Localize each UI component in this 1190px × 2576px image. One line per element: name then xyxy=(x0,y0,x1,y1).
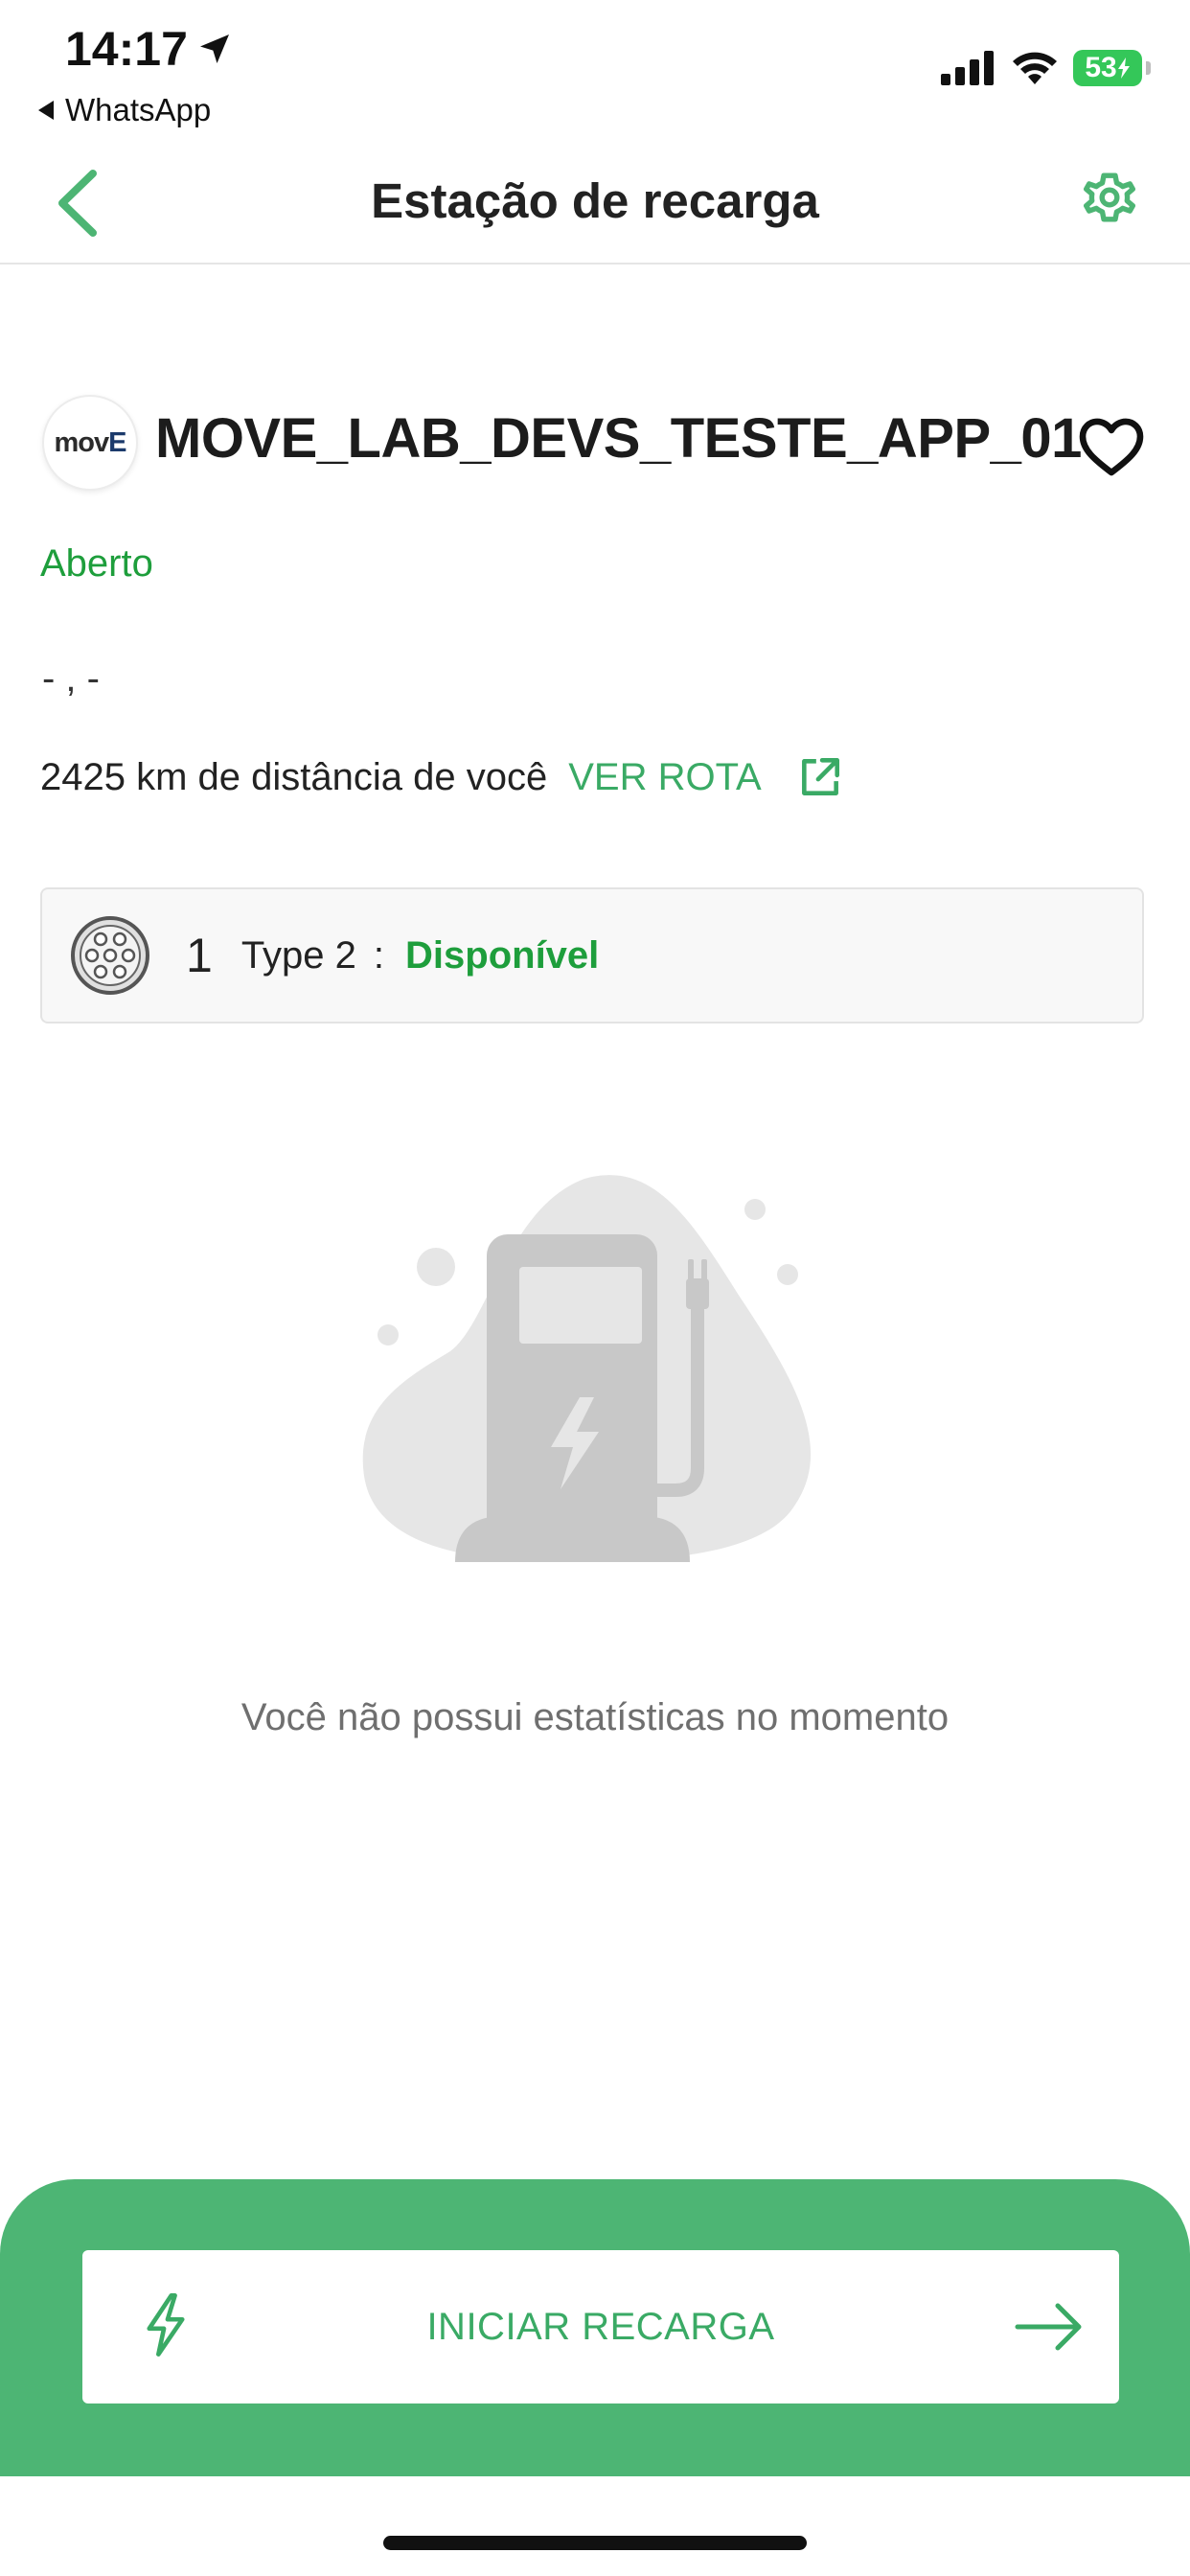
illustration-dot xyxy=(777,1264,798,1285)
heart-outline-icon xyxy=(1079,418,1144,476)
illustration-plug-pin xyxy=(688,1259,694,1280)
battery-level: 53 xyxy=(1085,52,1117,83)
location-arrow-icon xyxy=(199,34,229,63)
status-time-text: 14:17 xyxy=(65,22,188,76)
battery-indicator: 53 xyxy=(1073,50,1151,86)
back-app-label: WhatsApp xyxy=(65,92,212,127)
external-link-icon[interactable] xyxy=(796,753,844,801)
distance-text: 2425 km de distância de você xyxy=(40,755,548,798)
type2-connector-icon xyxy=(69,914,151,997)
page-title: Estação de recarga xyxy=(371,173,819,228)
signal-icon xyxy=(941,51,994,85)
opening-status: Aberto xyxy=(40,542,153,585)
logo-text-accent: E xyxy=(108,426,126,458)
back-triangle-icon xyxy=(38,101,54,120)
wifi-icon xyxy=(1013,52,1057,84)
illustration-pump-base xyxy=(455,1516,690,1562)
settings-button[interactable] xyxy=(1067,155,1152,240)
operator-logo: mov E xyxy=(42,395,138,491)
connector-separator: : xyxy=(373,933,385,977)
charging-bolt-icon xyxy=(1117,58,1130,79)
logo-text: mov xyxy=(54,426,110,458)
header-bar: Estação de recarga xyxy=(0,144,1190,264)
illustration-plug xyxy=(686,1278,709,1309)
gear-icon xyxy=(1084,172,1135,222)
illustration-plug-pin xyxy=(701,1259,707,1280)
empty-state-message: Você não possui estatísticas no momento xyxy=(240,1696,950,1738)
connector-type: Type 2 xyxy=(240,933,356,977)
arrow-right-icon xyxy=(1015,2303,1082,2351)
screen: 14:17 WhatsApp 53 Estação de recarga mov… xyxy=(0,0,1190,2576)
start-charging-label: INICIAR RECARGA xyxy=(426,2305,775,2348)
illustration-dot xyxy=(744,1199,766,1220)
station-address: - , - xyxy=(42,657,100,700)
status-time: 14:17 xyxy=(65,21,234,77)
home-indicator[interactable] xyxy=(383,2536,807,2550)
favorite-button[interactable] xyxy=(1071,406,1152,487)
view-route-link[interactable]: VER ROTA xyxy=(568,756,762,799)
back-to-app-link[interactable]: WhatsApp xyxy=(36,92,211,128)
distance-row: 2425 km de distância de você VER ROTA xyxy=(40,753,844,801)
charging-station-illustration xyxy=(362,1175,812,1562)
illustration-dot xyxy=(417,1248,455,1286)
illustration-pump-screen xyxy=(519,1267,642,1344)
illustration-dot xyxy=(378,1324,399,1346)
start-charging-button[interactable]: INICIAR RECARGA xyxy=(82,2250,1119,2404)
connector-count: 1 xyxy=(186,929,213,982)
connector-status: Disponível xyxy=(405,933,600,977)
status-indicators: 53 xyxy=(941,50,1151,86)
connector-card[interactable]: 1 Type 2 : Disponível xyxy=(40,887,1144,1024)
station-name: MOVE_LAB_DEVS_TESTE_APP_01 xyxy=(155,407,1082,470)
